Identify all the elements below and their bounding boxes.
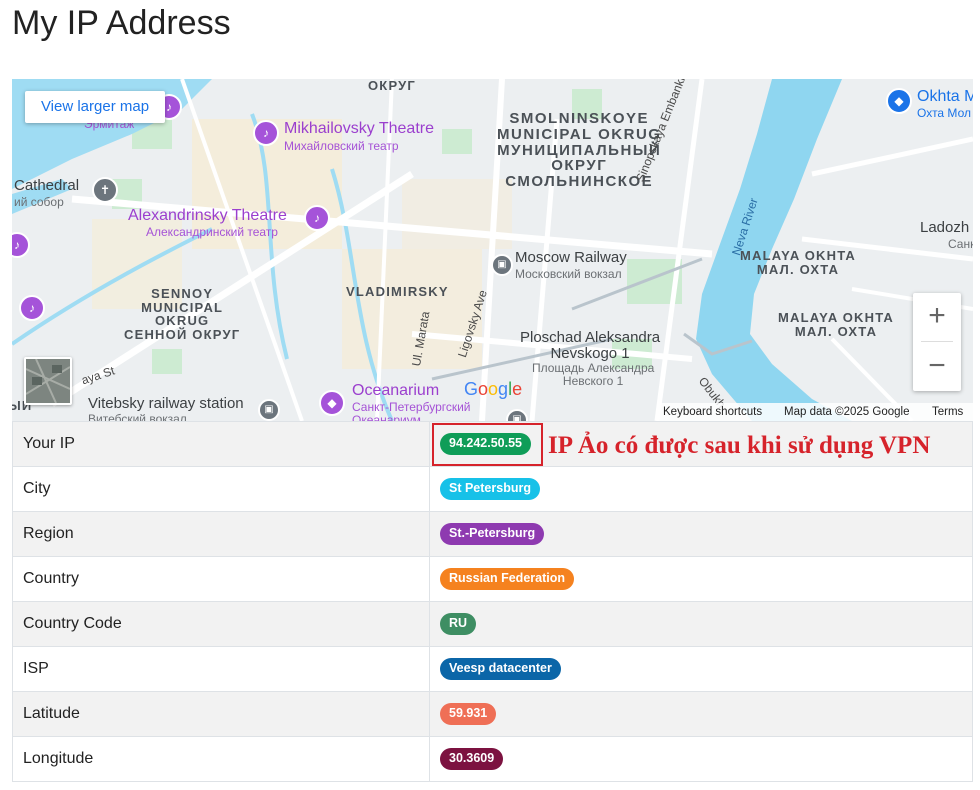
google-logo: Google (464, 379, 522, 399)
map-label-cathedral: Cathedral (14, 177, 80, 194)
row-label: Longitude (12, 736, 430, 782)
mikhailovsky-theatre-icon[interactable]: ♪ (253, 120, 279, 146)
alexandrinsky-theatre-icon[interactable]: ♪ (304, 205, 330, 231)
railway-station-icon[interactable]: ▣ (258, 399, 280, 421)
map-label-ploschad-ru: Площадь Александра Невского 1 (532, 361, 655, 388)
zoom-in-button[interactable]: + (913, 293, 961, 341)
terms-link[interactable]: Terms (932, 403, 963, 421)
value-badge: St Petersburg (440, 478, 540, 500)
oceanarium-icon[interactable]: ◆ (319, 390, 345, 416)
satellite-layer-thumbnail[interactable] (24, 357, 72, 405)
value-badge: Veesp datacenter (440, 658, 561, 680)
row-label: Your IP (12, 421, 430, 467)
map-label-vladimirsky: VLADIMIRSKY (346, 284, 449, 299)
zoom-control: + − (913, 293, 961, 391)
map-label-okrug: ОКРУГ (368, 79, 417, 93)
table-row: Region St.-Petersburg (12, 511, 973, 557)
row-label: ISP (12, 646, 430, 692)
map-label-vitebsky-ru: Витебский вокзал (88, 412, 187, 421)
row-value-cell: Russian Federation (429, 556, 973, 602)
row-label: Latitude (12, 691, 430, 737)
row-value-cell: Veesp datacenter (429, 646, 973, 692)
map-label-alexandrinsky: Alexandrinsky Theatre (128, 207, 287, 224)
map-label-cathedral-ru: ий собор (14, 195, 64, 209)
table-row: Latitude 59.931 (12, 691, 973, 737)
satellite-icon (25, 358, 71, 404)
row-label: Region (12, 511, 430, 557)
map-label-ladozh: Ladozh (920, 219, 970, 236)
row-value-cell: 59.931 (429, 691, 973, 737)
google-logo-letter: o (488, 379, 498, 399)
map-label-mikhailovsky: Mikhailovsky Theatre (284, 120, 434, 137)
google-logo-letter: o (478, 379, 488, 399)
theatre-marker-icon[interactable]: ♪ (19, 295, 45, 321)
zoom-divider (921, 341, 953, 342)
map-label-alexandrinsky-ru: Александринский театр (146, 225, 278, 239)
value-badge: Russian Federation (440, 568, 574, 590)
map-label-ladozh-ru: Санк (948, 237, 973, 251)
map-label-okhta-ru: Охта Мол (917, 106, 971, 120)
row-value-cell: 30.3609 (429, 736, 973, 782)
view-larger-map-button[interactable]: View larger map (25, 91, 165, 123)
table-row: ISP Veesp datacenter (12, 646, 973, 692)
map-label-moscow-railway: Moscow Railway (515, 249, 627, 266)
map-label-malaya-okhta-2: MALAYA OKHTA МАЛ. ОХТА (778, 310, 895, 339)
shopping-mall-icon[interactable]: ◆ (886, 88, 912, 114)
map-label-oceanarium-ru: Санкт-Петербургский Океанариум (352, 400, 471, 421)
map-label-mikhailovsky-ru: Михайловский театр (284, 139, 399, 153)
google-logo-letter: e (512, 379, 522, 399)
cathedral-icon[interactable]: ✝ (92, 177, 118, 203)
map-data-text: Map data ©2025 Google (784, 406, 910, 418)
value-badge: St.-Petersburg (440, 523, 545, 545)
ip-highlight-box (432, 423, 543, 466)
row-label: Country (12, 556, 430, 602)
row-value-cell: RU (429, 601, 973, 647)
map-attribution: Keyboard shortcuts Map data ©2025 Google… (657, 403, 973, 421)
map-label-malaya-okhta-1: MALAYA OKHTA МАЛ. ОХТА (740, 248, 857, 277)
map-label-okhta: Okhta M (917, 88, 973, 105)
row-label: City (12, 466, 430, 512)
map-label-oceanarium: Oceanarium (352, 382, 440, 399)
map-label-sennoy: SENNOY MUNICIPAL OKRUG СЕННОЙ ОКРУГ (124, 286, 241, 342)
value-badge: 59.931 (440, 703, 497, 725)
ip-info-table: Your IP 94.242.50.55 City St Petersburg Regi… (12, 421, 973, 782)
table-row: Country Code RU (12, 601, 973, 647)
map-embed[interactable]: Google ♪ ♪ ♪ ♪ ♪ ◆ ✝ ◆ ▣ ▣ ▣ SMOLNINSKOY… (12, 79, 973, 421)
row-value-cell: St.-Petersburg (429, 511, 973, 557)
railway-station-icon[interactable]: ▣ (491, 254, 513, 276)
map-label-moscow-railway-ru: Московский вокзал (515, 267, 622, 281)
table-row: City St Petersburg (12, 466, 973, 512)
table-row: Country Russian Federation (12, 556, 973, 602)
vpn-annotation: IP Ảo có được sau khi sử dụng VPN (548, 432, 931, 459)
row-value-cell: St Petersburg (429, 466, 973, 512)
map-label-vitebsky: Vitebsky railway station (88, 395, 244, 412)
keyboard-shortcuts-link[interactable]: Keyboard shortcuts (663, 403, 762, 421)
row-label: Country Code (12, 601, 430, 647)
zoom-out-button[interactable]: − (913, 343, 961, 391)
google-logo-letter: g (498, 379, 508, 399)
page-title: My IP Address (12, 4, 231, 42)
google-logo-letter: G (464, 379, 478, 399)
value-badge: 30.3609 (440, 748, 504, 770)
table-row: Longitude 30.3609 (12, 736, 973, 782)
value-badge: RU (440, 613, 477, 635)
map-label-ploschad: Ploschad Aleksandra Nevskogo 1 (520, 329, 661, 362)
